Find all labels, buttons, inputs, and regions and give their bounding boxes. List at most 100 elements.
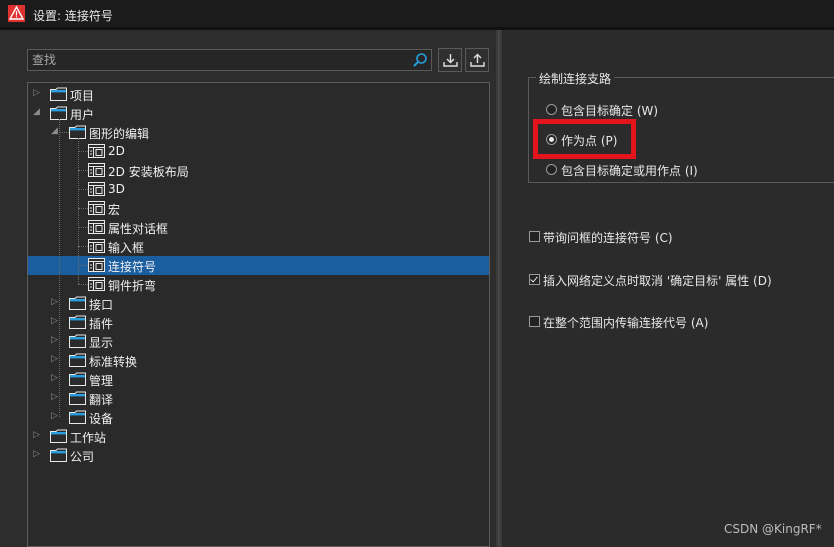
settings-page-icon <box>88 201 105 215</box>
tree-item-label: 图形的编辑 <box>89 127 150 141</box>
folder-icon <box>69 353 86 367</box>
title-bar: 设置: 连接符号 <box>0 0 834 27</box>
tree-item[interactable]: ▷ 公司 <box>28 446 489 465</box>
tree-connector-branch <box>78 170 88 171</box>
settings-page-icon <box>88 277 105 291</box>
tree-item[interactable]: 宏 <box>28 199 489 218</box>
tree-connector-branch <box>78 151 88 152</box>
tree-item-label: 宏 <box>108 203 121 217</box>
tree-item-label: 公司 <box>70 450 95 464</box>
tree-item-label: 连接符号 <box>108 260 157 274</box>
radio-label-include-target-or-point[interactable]: 包含目标确定或用作点 (I) <box>561 162 698 179</box>
tree-item[interactable]: 3D <box>28 180 489 199</box>
settings-page-icon <box>88 182 105 196</box>
tree-item-label: 翻译 <box>89 393 114 407</box>
tree-item[interactable]: 连接符号 <box>28 256 489 275</box>
checkbox-query-dialog[interactable] <box>529 231 540 242</box>
expand-arrow-icon[interactable]: ◢ <box>33 108 41 117</box>
tree-item[interactable]: 铜件折弯 <box>28 275 489 294</box>
search-box[interactable] <box>27 49 432 71</box>
tree-item[interactable]: ▷ 项目 <box>28 85 489 104</box>
import-icon <box>443 54 458 67</box>
checkbox-label-cancel-target[interactable]: 插入网络定义点时取消 '确定目标' 属性 (D) <box>543 272 772 289</box>
radio-include-target[interactable] <box>546 104 557 115</box>
collapse-arrow-icon[interactable]: ▷ <box>33 431 41 440</box>
tree-item-label: 3D <box>108 182 125 196</box>
collapse-arrow-icon[interactable]: ▷ <box>51 336 59 345</box>
tree-item-label: 2D <box>108 144 125 158</box>
tree-item[interactable]: 2D 安装板布局 <box>28 161 489 180</box>
search-icon[interactable] <box>412 52 428 68</box>
tree-item-label: 设备 <box>89 412 114 426</box>
settings-page-icon <box>88 163 105 177</box>
tree-item[interactable]: ▷ 翻译 <box>28 389 489 408</box>
group-title: 绘制连接支路 <box>536 70 615 87</box>
settings-page-icon <box>88 239 105 253</box>
tree-connector-branch <box>59 132 69 133</box>
tree-item[interactable]: ▷ 工作站 <box>28 427 489 446</box>
window-title: 设置: 连接符号 <box>33 9 113 23</box>
checkbox-transfer-code[interactable] <box>529 316 540 327</box>
folder-icon <box>69 410 86 424</box>
tree-item-label: 显示 <box>89 336 114 350</box>
collapse-arrow-icon[interactable]: ▷ <box>51 393 59 402</box>
tree-connector-branch <box>78 246 88 247</box>
checkbox-label-transfer-code[interactable]: 在整个范围内传输连接代号 (A) <box>543 314 708 331</box>
tree-item[interactable]: ◢ 图形的编辑 <box>28 123 489 142</box>
tree-item[interactable]: ▷ 插件 <box>28 313 489 332</box>
tree-connector-branch <box>78 208 88 209</box>
export-button[interactable] <box>465 48 489 72</box>
collapse-arrow-icon[interactable]: ▷ <box>51 355 59 364</box>
tree-item-label: 接口 <box>89 298 114 312</box>
folder-icon <box>69 296 86 310</box>
tree-item[interactable]: ▷ 管理 <box>28 370 489 389</box>
tree-item-label: 输入框 <box>108 241 145 255</box>
collapse-arrow-icon[interactable]: ▷ <box>51 374 59 383</box>
tree-item-label: 工作站 <box>70 431 107 445</box>
tree-item[interactable]: 输入框 <box>28 237 489 256</box>
checkbox-label-query-dialog[interactable]: 带询问框的连接符号 (C) <box>543 229 673 246</box>
folder-icon <box>69 391 86 405</box>
tree-item-label: 用户 <box>70 108 95 122</box>
watermark: CSDN @KingRF* <box>724 522 822 536</box>
tree-connector-user <box>59 119 60 417</box>
collapse-arrow-icon[interactable]: ▷ <box>51 298 59 307</box>
tree-connector-graphics <box>78 138 79 284</box>
tree-item-label: 2D 安装板布局 <box>108 165 189 179</box>
collapse-arrow-icon[interactable]: ▷ <box>51 317 59 326</box>
settings-page-icon <box>88 258 105 272</box>
tree-item[interactable]: ◢ 用户 <box>28 104 489 123</box>
folder-icon <box>69 315 86 329</box>
tree-item[interactable]: ▷ 设备 <box>28 408 489 427</box>
tree-item[interactable]: 2D <box>28 142 489 161</box>
collapse-arrow-icon[interactable]: ▷ <box>51 412 59 421</box>
folder-icon <box>50 448 67 462</box>
folder-icon <box>69 334 86 348</box>
settings-page-icon <box>88 144 105 158</box>
app-warning-icon <box>8 5 25 22</box>
tree-item[interactable]: ▷ 显示 <box>28 332 489 351</box>
import-button[interactable] <box>438 48 462 72</box>
tree-item-label: 项目 <box>70 89 95 103</box>
radio-include-target-or-point[interactable] <box>546 164 557 175</box>
tree-item[interactable]: ▷ 标准转换 <box>28 351 489 370</box>
settings-tree[interactable]: ▷ 项目 ◢ 用户 ◢ 图形的编辑 2D 2D 安装板布局 3D 宏属性对话框输入框连接符号铜件折… <box>27 82 490 547</box>
tree-connector-branch <box>78 189 88 190</box>
folder-icon <box>50 106 67 120</box>
tree-item-label: 插件 <box>89 317 114 331</box>
highlight-box <box>533 119 636 159</box>
folder-icon <box>50 429 67 443</box>
tree-item-label: 管理 <box>89 374 114 388</box>
tree-item[interactable]: ▷ 接口 <box>28 294 489 313</box>
search-input[interactable] <box>32 52 402 68</box>
radio-label-include-target[interactable]: 包含目标确定 (W) <box>561 102 658 119</box>
checkbox-cancel-target[interactable] <box>529 274 540 285</box>
collapse-arrow-icon[interactable]: ▷ <box>33 89 41 98</box>
tree-item-label: 铜件折弯 <box>108 279 157 293</box>
folder-icon <box>69 372 86 386</box>
tree-connector-branch <box>78 265 88 266</box>
tree-item[interactable]: 属性对话框 <box>28 218 489 237</box>
collapse-arrow-icon[interactable]: ▷ <box>33 450 41 459</box>
expand-arrow-icon[interactable]: ◢ <box>51 127 59 136</box>
tree-connector-branch <box>78 227 88 228</box>
